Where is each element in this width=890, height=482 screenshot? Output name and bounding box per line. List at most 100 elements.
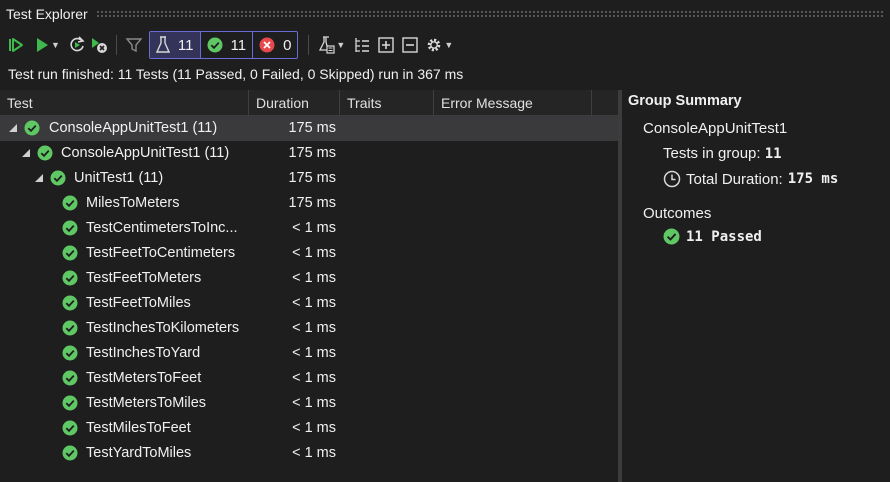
tree-test-row[interactable]: TestInchesToKilometers < 1 ms xyxy=(0,316,618,341)
tree-test-row[interactable]: TestFeetToMeters < 1 ms xyxy=(0,266,618,291)
group-summary-header: Group Summary xyxy=(628,93,742,109)
test-duration: < 1 ms xyxy=(292,320,336,336)
test-name: UnitTest1 (11) xyxy=(74,170,164,186)
filter-total-count: 11 xyxy=(177,36,194,54)
run-dropdown-arrow[interactable]: ▼ xyxy=(51,40,60,50)
tree-test-row[interactable]: TestMetersToFeet < 1 ms xyxy=(0,366,618,391)
passed-icon xyxy=(62,345,78,364)
filter-icon xyxy=(125,38,143,53)
test-name: TestMetersToFeet xyxy=(86,370,202,386)
test-name: TestMilesToFeet xyxy=(86,420,191,436)
passed-icon xyxy=(62,295,78,314)
total-duration-label: Total Duration: xyxy=(686,170,783,188)
tool-window-titlebar[interactable]: Test Explorer xyxy=(0,0,890,28)
run-all-button[interactable] xyxy=(6,32,28,58)
tree-test-row[interactable]: TestCentimetersToInc... < 1 ms xyxy=(0,216,618,241)
flask-icon xyxy=(155,36,170,53)
test-duration: < 1 ms xyxy=(292,370,336,386)
toolbar-separator xyxy=(115,35,117,55)
expand-collapse-arrow-icon[interactable] xyxy=(9,124,17,132)
hierarchy-icon xyxy=(355,38,370,52)
tree-test-row[interactable]: TestMilesToFeet < 1 ms xyxy=(0,416,618,441)
column-header-test[interactable]: Test xyxy=(0,90,249,116)
passed-icon xyxy=(50,170,66,189)
tree-group-row[interactable]: UnitTest1 (11) 175 ms xyxy=(0,166,618,191)
group-summary-pane: Group Summary ConsoleAppUnitTest1 Tests … xyxy=(622,90,890,482)
test-name: TestFeetToCentimeters xyxy=(86,245,236,261)
playlist-button[interactable]: ▼ xyxy=(315,32,347,58)
failed-icon xyxy=(259,37,275,53)
test-duration: 175 ms xyxy=(288,170,336,186)
column-header-traits[interactable]: Traits xyxy=(340,90,434,116)
tree-test-row[interactable]: TestFeetToCentimeters < 1 ms xyxy=(0,241,618,266)
repeat-last-run-button[interactable] xyxy=(66,32,88,58)
column-header-error-message[interactable]: Error Message xyxy=(434,90,592,116)
collapse-all-icon xyxy=(402,37,419,53)
test-name: ConsoleAppUnitTest1 (11) xyxy=(49,120,218,136)
test-duration: < 1 ms xyxy=(292,295,336,311)
filter-button[interactable] xyxy=(123,32,145,58)
tests-in-group-row: Tests in group: 11 xyxy=(663,145,782,162)
filter-passed-count: 11 xyxy=(230,36,247,54)
column-header-row: Test Duration Traits Error Message xyxy=(0,90,618,116)
test-name: TestYardToMiles xyxy=(86,445,192,461)
run-button[interactable]: ▼ xyxy=(32,32,62,58)
test-duration: < 1 ms xyxy=(292,245,336,261)
collapse-all-button[interactable] xyxy=(399,32,421,58)
test-duration: 175 ms xyxy=(288,145,336,161)
test-name: MilesToMeters xyxy=(86,195,180,211)
expand-all-icon xyxy=(378,37,395,53)
outcome-filter-group: 11 11 0 xyxy=(148,31,299,59)
filter-failed-count: 0 xyxy=(283,36,292,54)
test-duration: < 1 ms xyxy=(292,445,336,461)
settings-icon xyxy=(428,38,441,52)
tree-group-row[interactable]: ConsoleAppUnitTest1 (11) 175 ms xyxy=(0,116,618,141)
outcome-passed-text: 11 Passed xyxy=(686,228,762,245)
tests-in-group-value: 11 xyxy=(764,146,782,162)
tree-test-row[interactable]: TestMetersToMiles < 1 ms xyxy=(0,391,618,416)
passed-icon xyxy=(62,245,78,264)
column-header-duration[interactable]: Duration xyxy=(249,90,340,116)
outcomes-label: Outcomes xyxy=(643,205,712,222)
run-icon xyxy=(37,38,48,52)
clock-icon xyxy=(663,170,681,188)
cancel-run-button[interactable] xyxy=(88,32,110,58)
total-duration-row: Total Duration: 175 ms xyxy=(663,170,838,188)
passed-icon xyxy=(207,37,222,53)
run-all-icon xyxy=(9,38,23,52)
run-status-text: Test run finished: 11 Tests (11 Passed, … xyxy=(8,66,464,82)
passed-icon xyxy=(62,320,78,339)
test-name: TestFeetToMeters xyxy=(86,270,202,286)
tree-test-row[interactable]: TestFeetToMiles < 1 ms xyxy=(0,291,618,316)
test-duration: < 1 ms xyxy=(292,220,336,236)
filter-total-tests[interactable]: 11 xyxy=(149,32,201,58)
tree-group-row[interactable]: ConsoleAppUnitTest1 (11) 175 ms xyxy=(0,141,618,166)
playlist-dropdown-arrow[interactable]: ▼ xyxy=(336,40,345,50)
cancel-run-icon xyxy=(91,38,107,53)
expand-collapse-arrow-icon[interactable] xyxy=(35,174,43,182)
settings-button[interactable]: ▼ xyxy=(423,32,455,58)
tree-test-row[interactable]: TestInchesToYard < 1 ms xyxy=(0,341,618,366)
settings-dropdown-arrow[interactable]: ▼ xyxy=(444,40,453,50)
test-duration: < 1 ms xyxy=(292,420,336,436)
test-name: ConsoleAppUnitTest1 (11) xyxy=(61,145,230,161)
tree-test-row[interactable]: MilesToMeters 175 ms xyxy=(0,191,618,216)
filter-failed-tests[interactable]: 0 xyxy=(253,32,297,58)
test-duration: < 1 ms xyxy=(292,395,336,411)
test-duration: 175 ms xyxy=(288,195,336,211)
passed-icon xyxy=(62,220,78,239)
test-list-pane: Test Duration Traits Error Message Conso… xyxy=(0,90,618,482)
passed-icon xyxy=(62,370,78,389)
filter-passed-tests[interactable]: 11 xyxy=(201,32,254,58)
expand-collapse-arrow-icon[interactable] xyxy=(22,149,30,157)
expand-all-button[interactable] xyxy=(375,32,397,58)
outcome-passed-link[interactable]: 11 Passed xyxy=(663,228,762,245)
passed-icon xyxy=(62,270,78,289)
passed-icon xyxy=(62,195,78,214)
test-name: TestInchesToYard xyxy=(86,345,201,361)
toolbar: ▼ 11 11 0 ▼ ▼ xyxy=(0,28,890,62)
test-name: TestInchesToKilometers xyxy=(86,320,240,336)
tree-test-row[interactable]: TestYardToMiles < 1 ms xyxy=(0,441,618,466)
titlebar-grip[interactable] xyxy=(95,10,884,18)
group-by-button[interactable] xyxy=(351,32,373,58)
